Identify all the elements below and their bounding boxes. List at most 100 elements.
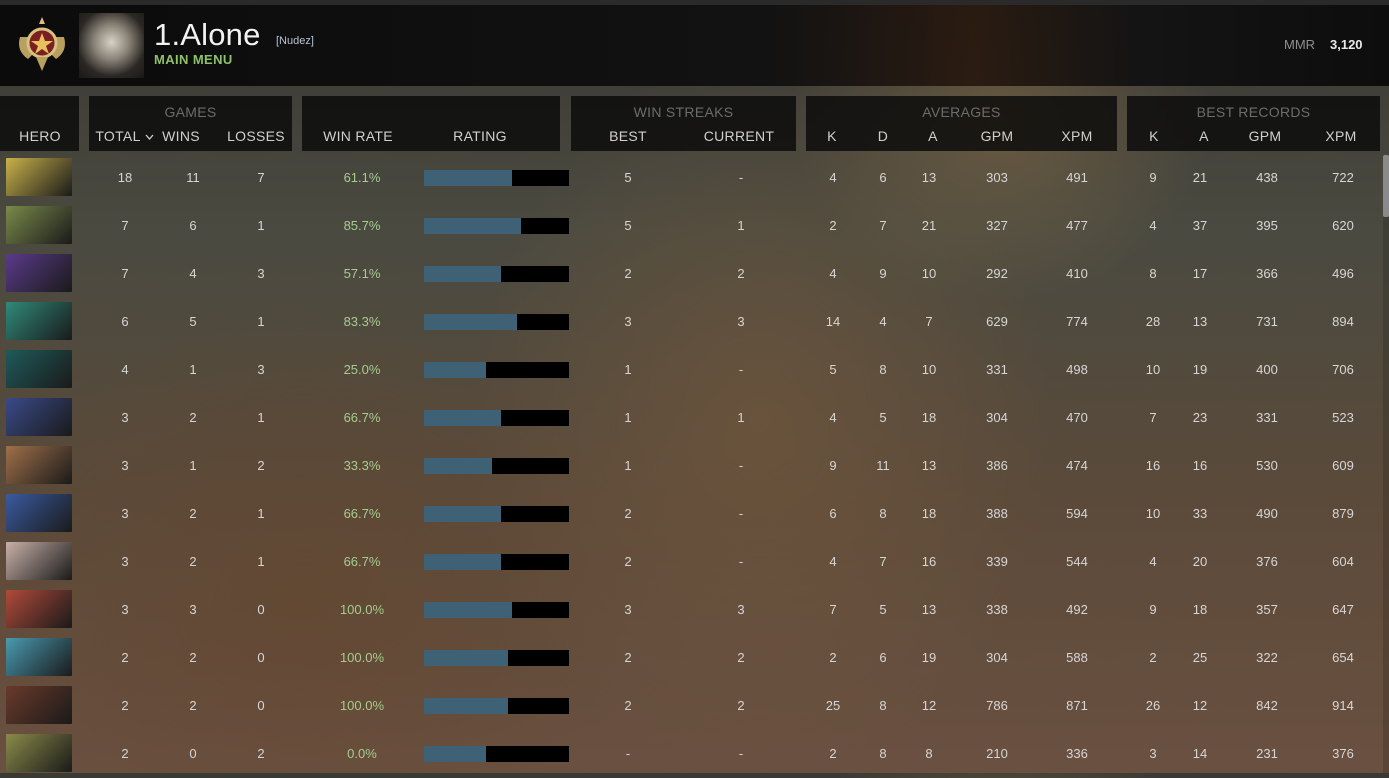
- hero-portrait[interactable]: [6, 734, 72, 772]
- total-cell: 2: [121, 650, 129, 665]
- col-best-xpm[interactable]: XPM: [1318, 128, 1364, 144]
- best-xpm-cell: 620: [1332, 218, 1354, 233]
- table-row[interactable]: 3 2 1 66.7% 2 - 6 8 18 388 594 10 33 490 879: [0, 490, 1389, 538]
- losses-cell: 7: [257, 170, 265, 185]
- rating-bar-fill: [424, 458, 492, 474]
- hero-portrait[interactable]: [6, 302, 72, 340]
- wins-cell: 2: [189, 698, 197, 713]
- best-k-cell: 4: [1149, 218, 1157, 233]
- col-avg-a[interactable]: A: [918, 128, 948, 144]
- table-row[interactable]: 3 2 1 66.7% 2 - 4 7 16 339 544 4 20 376 604: [0, 538, 1389, 586]
- losses-cell: 1: [257, 218, 265, 233]
- avg-k-cell: 6: [829, 506, 837, 521]
- rating-bar-fill: [424, 170, 512, 186]
- table-row[interactable]: 7 6 1 85.7% 5 1 2 7 21 327 477 4 37 395 620: [0, 202, 1389, 250]
- hero-portrait[interactable]: [6, 206, 72, 244]
- avg-k-cell: 4: [829, 266, 837, 281]
- table-row[interactable]: 4 1 3 25.0% 1 - 5 8 10 331 498 10 19 400 706: [0, 346, 1389, 394]
- avg-a-cell: 13: [921, 458, 937, 473]
- table-row[interactable]: 7 4 3 57.1% 2 2 4 9 10 292 410 8 17 366 496: [0, 250, 1389, 298]
- best-a-cell: 13: [1192, 314, 1208, 329]
- col-current-streak[interactable]: CURRENT: [698, 128, 780, 144]
- best-xpm-cell: 604: [1332, 554, 1354, 569]
- chevron-down-icon[interactable]: [145, 134, 154, 141]
- hero-portrait[interactable]: [6, 686, 72, 724]
- col-avg-d[interactable]: D: [868, 128, 898, 144]
- win-rate-cell: 61.1%: [343, 170, 381, 185]
- total-cell: 18: [117, 170, 133, 185]
- win-rate-cell: 66.7%: [343, 554, 381, 569]
- avg-d-cell: 11: [876, 458, 890, 473]
- table-row[interactable]: 2 2 0 100.0% 2 2 25 8 12 786 871 26 12 842 914: [0, 682, 1389, 730]
- avg-d-cell: 8: [879, 362, 887, 377]
- avg-xpm-cell: 498: [1066, 362, 1088, 377]
- hero-portrait[interactable]: [6, 638, 72, 676]
- hero-portrait[interactable]: [6, 350, 72, 388]
- table-row[interactable]: 18 11 7 61.1% 5 - 4 6 13 303 491 9 21 438 722: [0, 154, 1389, 202]
- table-row[interactable]: 2 2 0 100.0% 2 2 2 6 19 304 588 2 25 322 654: [0, 634, 1389, 682]
- best-xpm-cell: 894: [1332, 314, 1354, 329]
- scrollbar-thumb[interactable]: [1383, 155, 1389, 217]
- scrollbar-track[interactable]: [1383, 155, 1389, 773]
- best-gpm-cell: 322: [1256, 650, 1278, 665]
- hero-portrait[interactable]: [6, 446, 72, 484]
- avg-a-cell: 18: [921, 506, 937, 521]
- wins-cell: 1: [189, 362, 197, 377]
- col-avg-k[interactable]: K: [817, 128, 847, 144]
- table-row[interactable]: 2 0 2 0.0% - - 2 8 8 210 336 3 14 231 376: [0, 730, 1389, 778]
- col-win-rate[interactable]: WIN RATE: [318, 128, 398, 144]
- col-best-a[interactable]: A: [1189, 128, 1219, 144]
- col-total[interactable]: TOTAL: [90, 128, 146, 144]
- hero-portrait[interactable]: [6, 590, 72, 628]
- col-hero[interactable]: HERO: [0, 128, 80, 144]
- avg-xpm-cell: 594: [1066, 506, 1088, 521]
- table-row[interactable]: 3 2 1 66.7% 1 1 4 5 18 304 470 7 23 331 523: [0, 394, 1389, 442]
- hero-portrait[interactable]: [6, 254, 72, 292]
- hero-portrait[interactable]: [6, 158, 72, 196]
- best-k-cell: 3: [1149, 746, 1157, 761]
- col-best-gpm[interactable]: GPM: [1242, 128, 1288, 144]
- col-best-streak[interactable]: BEST: [598, 128, 658, 144]
- rating-bar: [424, 458, 569, 474]
- col-avg-xpm[interactable]: XPM: [1054, 128, 1100, 144]
- col-avg-gpm[interactable]: GPM: [974, 128, 1020, 144]
- hero-portrait[interactable]: [6, 542, 72, 580]
- current-streak-cell: 1: [737, 410, 745, 425]
- losses-cell: 2: [257, 746, 265, 761]
- avg-xpm-cell: 477: [1066, 218, 1088, 233]
- current-streak-cell: -: [738, 170, 744, 185]
- best-streak-cell: 2: [624, 266, 632, 281]
- col-losses[interactable]: LOSSES: [226, 128, 286, 144]
- avg-d-cell: 8: [879, 506, 887, 521]
- rating-bar-fill: [424, 698, 508, 714]
- total-cell: 4: [121, 362, 129, 377]
- player-avatar[interactable]: [79, 13, 144, 78]
- avg-d-cell: 5: [879, 602, 887, 617]
- main-menu-link[interactable]: MAIN MENU: [154, 52, 233, 67]
- table-row[interactable]: 3 1 2 33.3% 1 - 9 11 13 386 474 16 16 530 609: [0, 442, 1389, 490]
- losses-cell: 0: [257, 650, 265, 665]
- losses-cell: 0: [257, 602, 265, 617]
- avg-xpm-cell: 470: [1066, 410, 1088, 425]
- col-best-k[interactable]: K: [1139, 128, 1169, 144]
- total-cell: 3: [121, 410, 129, 425]
- losses-cell: 0: [257, 698, 265, 713]
- best-k-cell: 7: [1149, 410, 1157, 425]
- rating-bar: [424, 362, 569, 378]
- hero-portrait[interactable]: [6, 398, 72, 436]
- table-row[interactable]: 3 3 0 100.0% 3 3 7 5 13 338 492 9 18 357 647: [0, 586, 1389, 634]
- win-rate-cell: 57.1%: [343, 266, 381, 281]
- table-row[interactable]: 6 5 1 83.3% 3 3 14 4 7 629 774 28 13 731 894: [0, 298, 1389, 346]
- col-rating[interactable]: RATING: [440, 128, 520, 144]
- profile-header: 1.Alone [Nudez] MAIN MENU MMR 3,120: [0, 5, 1389, 86]
- mmr-value: 3,120: [1330, 37, 1363, 52]
- best-xpm-cell: 609: [1332, 458, 1354, 473]
- col-wins[interactable]: WINS: [156, 128, 206, 144]
- rating-bar: [424, 746, 569, 762]
- best-xpm-cell: 523: [1332, 410, 1354, 425]
- best-streak-cell: -: [625, 746, 631, 761]
- best-a-cell: 37: [1192, 218, 1208, 233]
- rating-bar-fill: [424, 746, 486, 762]
- current-streak-cell: 3: [737, 314, 745, 329]
- hero-portrait[interactable]: [6, 494, 72, 532]
